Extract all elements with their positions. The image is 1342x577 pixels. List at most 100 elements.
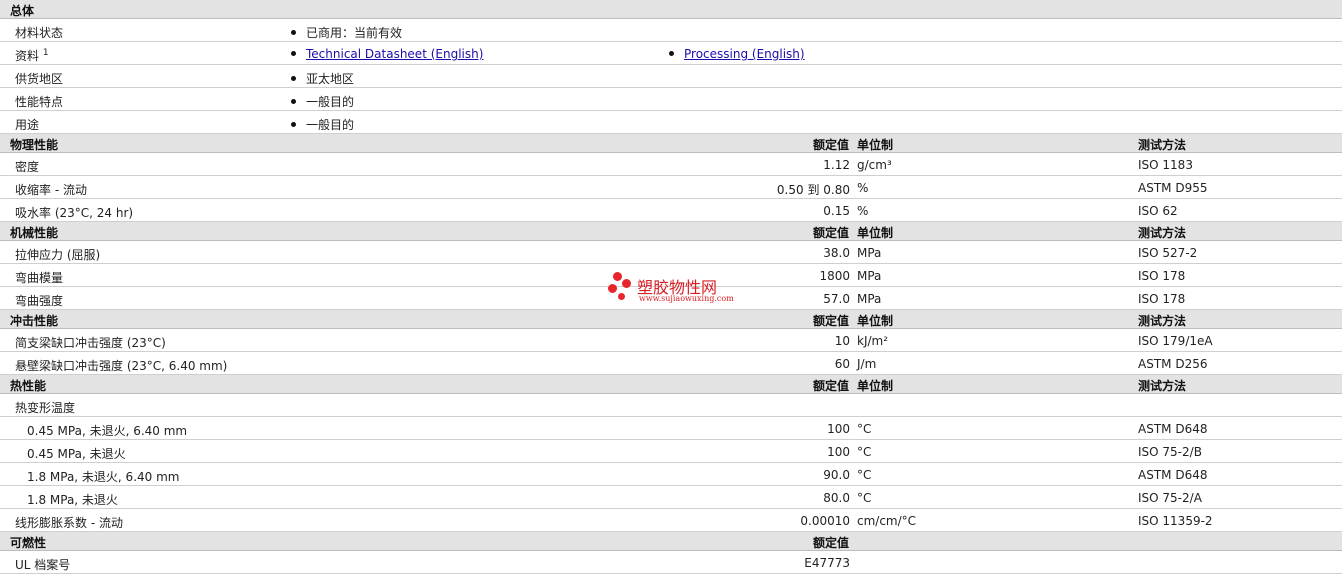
bullet-icon (291, 99, 296, 104)
property-label: 密度 (15, 160, 40, 174)
property-label: UL 档案号 (15, 558, 71, 572)
property-method: ASTM D955 (1138, 181, 1208, 195)
property-label: 0.45 MPa, 未退火 (27, 447, 126, 461)
property-row: 收缩率 - 流动 0.50 到 0.80 % ASTM D955 (0, 176, 1342, 199)
logo-dot-icon (613, 272, 622, 281)
property-value: 80.0 (823, 491, 850, 505)
property-method: ISO 75-2/A (1138, 491, 1202, 505)
method-header: 测试方法 (1138, 379, 1187, 393)
property-unit: MPa (857, 269, 882, 283)
property-method: ISO 179/1eA (1138, 334, 1213, 348)
doc-item-processing: Processing (English) (669, 47, 805, 61)
nominal-header: 额定值 (812, 536, 849, 550)
logo-dot-icon (622, 279, 631, 288)
logo-dot-icon (618, 293, 625, 300)
property-value: E47773 (804, 556, 850, 570)
nominal-header: 额定值 (812, 379, 849, 393)
unit-header: 单位制 (857, 379, 894, 393)
property-row: 1.8 MPa, 未退火, 6.40 mm 90.0 °C ASTM D648 (0, 463, 1342, 486)
section-header-mechanical: 机械性能 额定值 单位制 测试方法 (0, 222, 1342, 241)
property-unit: cm/cm/°C (857, 514, 917, 528)
property-unit: MPa (857, 292, 882, 306)
property-row: 线形膨胀系数 - 流动 0.00010 cm/cm/°C ISO 11359-2 (0, 509, 1342, 532)
section-title: 可燃性 (10, 536, 47, 550)
property-method: ISO 527-2 (1138, 246, 1198, 260)
property-method: ISO 1183 (1138, 158, 1193, 172)
bullet-icon (291, 76, 296, 81)
property-value: 100 (827, 422, 850, 436)
property-method: ISO 178 (1138, 269, 1186, 283)
property-value: 90.0 (823, 468, 850, 482)
property-label: 弯曲模量 (15, 271, 64, 285)
row-value: 一般目的 (291, 116, 354, 133)
property-unit: °C (857, 491, 872, 505)
property-group-row: 热变形温度 (0, 394, 1342, 417)
property-value: 57.0 (823, 292, 850, 306)
section-header-impact: 冲击性能 额定值 单位制 测试方法 (0, 310, 1342, 329)
technical-datasheet-link[interactable]: Technical Datasheet (English) (306, 47, 483, 61)
property-value: 1.12 (823, 158, 850, 172)
watermark-url: www.sujiaowuxing.com (639, 294, 734, 303)
property-method: ASTM D648 (1138, 422, 1208, 436)
property-label: 拉伸应力 (屈服) (15, 248, 101, 262)
property-label: 悬壁梁缺口冲击强度 (23°C, 6.40 mm) (15, 359, 228, 373)
property-method: ISO 75-2/B (1138, 445, 1202, 459)
property-value: 0.15 (823, 204, 850, 218)
property-row: 简支梁缺口冲击强度 (23°C) 10 kJ/m² ISO 179/1eA (0, 329, 1342, 352)
property-value: 38.0 (823, 246, 850, 260)
row-value: 一般目的 (291, 93, 354, 110)
property-unit: % (857, 181, 869, 195)
property-value: 10 (834, 334, 850, 348)
unit-header: 单位制 (857, 226, 894, 240)
bullet-icon (291, 51, 296, 56)
row-label: 供货地区 (15, 72, 64, 86)
property-unit: J/m (857, 357, 877, 371)
property-label: 1.8 MPa, 未退火 (27, 493, 118, 507)
property-value: 60 (834, 357, 850, 371)
property-value: 0.00010 (800, 514, 850, 528)
property-row: 吸水率 (23°C, 24 hr) 0.15 % ISO 62 (0, 199, 1342, 222)
property-row: 0.45 MPa, 未退火 100 °C ISO 75-2/B (0, 440, 1342, 463)
property-unit: g/cm³ (857, 158, 892, 172)
property-unit: kJ/m² (857, 334, 889, 348)
property-value: 0.50 到 0.80 (776, 183, 850, 197)
property-row: 密度 1.12 g/cm³ ISO 1183 (0, 153, 1342, 176)
property-value: 1800 (819, 269, 850, 283)
nominal-header: 额定值 (812, 314, 849, 328)
property-label: 吸水率 (23°C, 24 hr) (15, 206, 134, 220)
general-row-features: 性能特点 一般目的 (0, 88, 1342, 111)
section-header-thermal: 热性能 额定值 单位制 测试方法 (0, 375, 1342, 394)
watermark-logo: 塑胶物性网 www.sujiaowuxing.com (607, 271, 747, 307)
property-label: 收缩率 - 流动 (15, 183, 87, 197)
footnote-marker: 1 (42, 48, 49, 58)
property-label: 简支梁缺口冲击强度 (23°C) (15, 336, 166, 350)
row-label: 性能特点 (15, 95, 64, 109)
row-value: 已商用：当前有效 (291, 24, 402, 41)
bullet-icon (669, 51, 674, 56)
property-label: 0.45 MPa, 未退火, 6.40 mm (27, 424, 188, 438)
nominal-header: 额定值 (812, 226, 849, 240)
section-title: 总体 (10, 4, 35, 18)
property-group-label: 热变形温度 (15, 401, 76, 415)
method-header: 测试方法 (1138, 314, 1187, 328)
logo-dot-icon (608, 284, 617, 293)
property-method: ISO 178 (1138, 292, 1186, 306)
processing-link[interactable]: Processing (English) (684, 47, 805, 61)
property-label: 1.8 MPa, 未退火, 6.40 mm (27, 470, 180, 484)
general-row-region: 供货地区 亚太地区 (0, 65, 1342, 88)
property-label: 弯曲强度 (15, 294, 64, 308)
row-label: 用途 (15, 118, 40, 132)
method-header: 测试方法 (1138, 138, 1187, 152)
section-title: 机械性能 (10, 226, 59, 240)
property-unit: °C (857, 422, 872, 436)
section-header-physical: 物理性能 额定值 单位制 测试方法 (0, 134, 1342, 153)
property-row: 1.8 MPa, 未退火 80.0 °C ISO 75-2/A (0, 486, 1342, 509)
property-value: 100 (827, 445, 850, 459)
property-method: ASTM D648 (1138, 468, 1208, 482)
general-row-documents: 资料 1 Technical Datasheet (English) Proce… (0, 42, 1342, 65)
section-header-flammability: 可燃性 额定值 (0, 532, 1342, 551)
general-row-uses: 用途 一般目的 (0, 111, 1342, 134)
section-title: 热性能 (10, 379, 47, 393)
method-header: 测试方法 (1138, 226, 1187, 240)
section-header-general: 总体 (0, 0, 1342, 19)
